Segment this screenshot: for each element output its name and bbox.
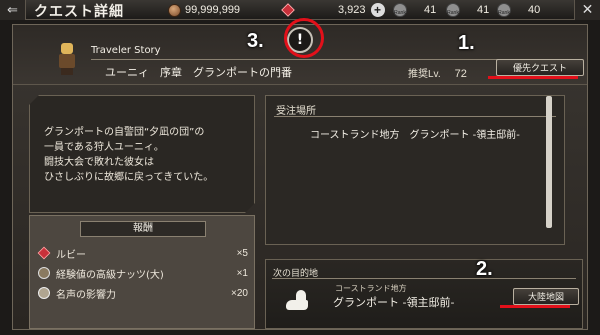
annotation-1: 1. [458, 32, 475, 54]
annotation-underline-1 [488, 76, 578, 79]
rank-value-1: 41 [424, 4, 437, 16]
rank-icon: Rank [446, 3, 460, 17]
annotation-2: 2. [476, 258, 493, 280]
next-region: コーストランド地方 [335, 284, 407, 293]
reward-title: 報酬 [80, 221, 206, 237]
gem-icon [281, 3, 295, 17]
fame-icon [38, 287, 50, 299]
reward-panel: 報酬 ルビー ×5 経験値の高級ナッツ(大) ×1 名声の影響力 ×20 [29, 215, 255, 329]
continent-map-button[interactable]: 大陸地図 [513, 288, 579, 305]
rec-level-value: 72 [454, 68, 467, 80]
money-value: 99,999,999 [185, 4, 241, 16]
next-destination-panel: 次の目的地 コーストランド地方 グランポート -領主邸前- 大陸地図 [265, 259, 583, 329]
close-icon: ✕ [581, 2, 594, 18]
coin-icon [168, 3, 181, 17]
reward-name: ルビー [56, 249, 86, 261]
reward-qty: ×1 [236, 267, 248, 279]
reward-item: 経験値の高級ナッツ(大) ×1 [38, 264, 248, 282]
quest-description-panel: グランポートの自警団“夕凪の団”の 一員である狩人ユーニィ。 闘技大会で敗れた彼… [29, 95, 255, 213]
rank-display-2: Rank 41 [446, 2, 489, 18]
quest-name: ユーニィ 序章 グランポートの門番 [105, 66, 292, 79]
annotation-underline-2 [500, 305, 570, 308]
quest-detail-panel: Traveler Story ユーニィ 序章 グランポートの門番 推奨Lv. 72… [12, 24, 588, 330]
reward-name: 名声の影響力 [56, 289, 116, 301]
gem-display: 3,923 + [281, 2, 385, 18]
quest-description: グランポートの自警団“夕凪の団”の 一員である狩人ユーニィ。 闘技大会で敗れた彼… [44, 127, 214, 183]
rank-icon: Rank [393, 3, 407, 17]
recommended-level: 推奨Lv. 72 [408, 65, 467, 80]
close-button[interactable]: ✕ [574, 0, 600, 20]
reward-qty: ×20 [231, 287, 248, 299]
gem-value: 3,923 [338, 4, 366, 16]
divider [91, 59, 561, 60]
priority-quest-button[interactable]: 優先クエスト [496, 59, 584, 76]
rank-value-3: 40 [528, 4, 541, 16]
screen-title: クエスト詳細 [34, 4, 124, 20]
reward-item: ルビー ×5 [37, 244, 248, 262]
annotation-circle [284, 18, 324, 58]
reward-qty: ×5 [236, 247, 248, 259]
story-category: Traveler Story [91, 45, 161, 56]
order-location-label: 受注場所 [276, 106, 316, 117]
rec-level-label: 推奨Lv. [408, 69, 441, 80]
order-location-panel: 受注場所 コーストランド地方 グランポート -領主邸前- [265, 95, 565, 245]
location-scrollbar[interactable] [546, 96, 552, 228]
character-sprite-icon [56, 43, 78, 75]
reward-name: 経験値の高級ナッツ(大) [56, 269, 164, 281]
divider [274, 116, 556, 117]
ruby-icon [37, 246, 51, 260]
back-arrow-icon: ⇐ [7, 2, 18, 18]
back-button[interactable]: ⇐ [0, 0, 26, 20]
add-gems-icon[interactable]: + [370, 3, 385, 17]
rank-display-3: Rank 40 [497, 2, 540, 18]
top-bar: ⇐ クエスト詳細 99,999,999 3,923 + Rank 41 Rank… [0, 0, 600, 20]
map-location-icon [284, 288, 312, 312]
divider [272, 278, 576, 279]
annotation-3: 3. [247, 30, 264, 52]
reward-item: 名声の影響力 ×20 [38, 284, 248, 302]
order-location-value: コーストランド地方 グランポート -領主邸前- [310, 130, 520, 141]
rank-display-1: Rank 41 [393, 2, 436, 18]
next-place: グランポート -領主邸前- [333, 296, 455, 309]
money-display: 99,999,999 [168, 2, 240, 18]
rank-value-2: 41 [477, 4, 490, 16]
scrollbar-thumb[interactable] [546, 96, 552, 228]
nut-icon [38, 267, 50, 279]
rank-icon: Rank [497, 3, 511, 17]
